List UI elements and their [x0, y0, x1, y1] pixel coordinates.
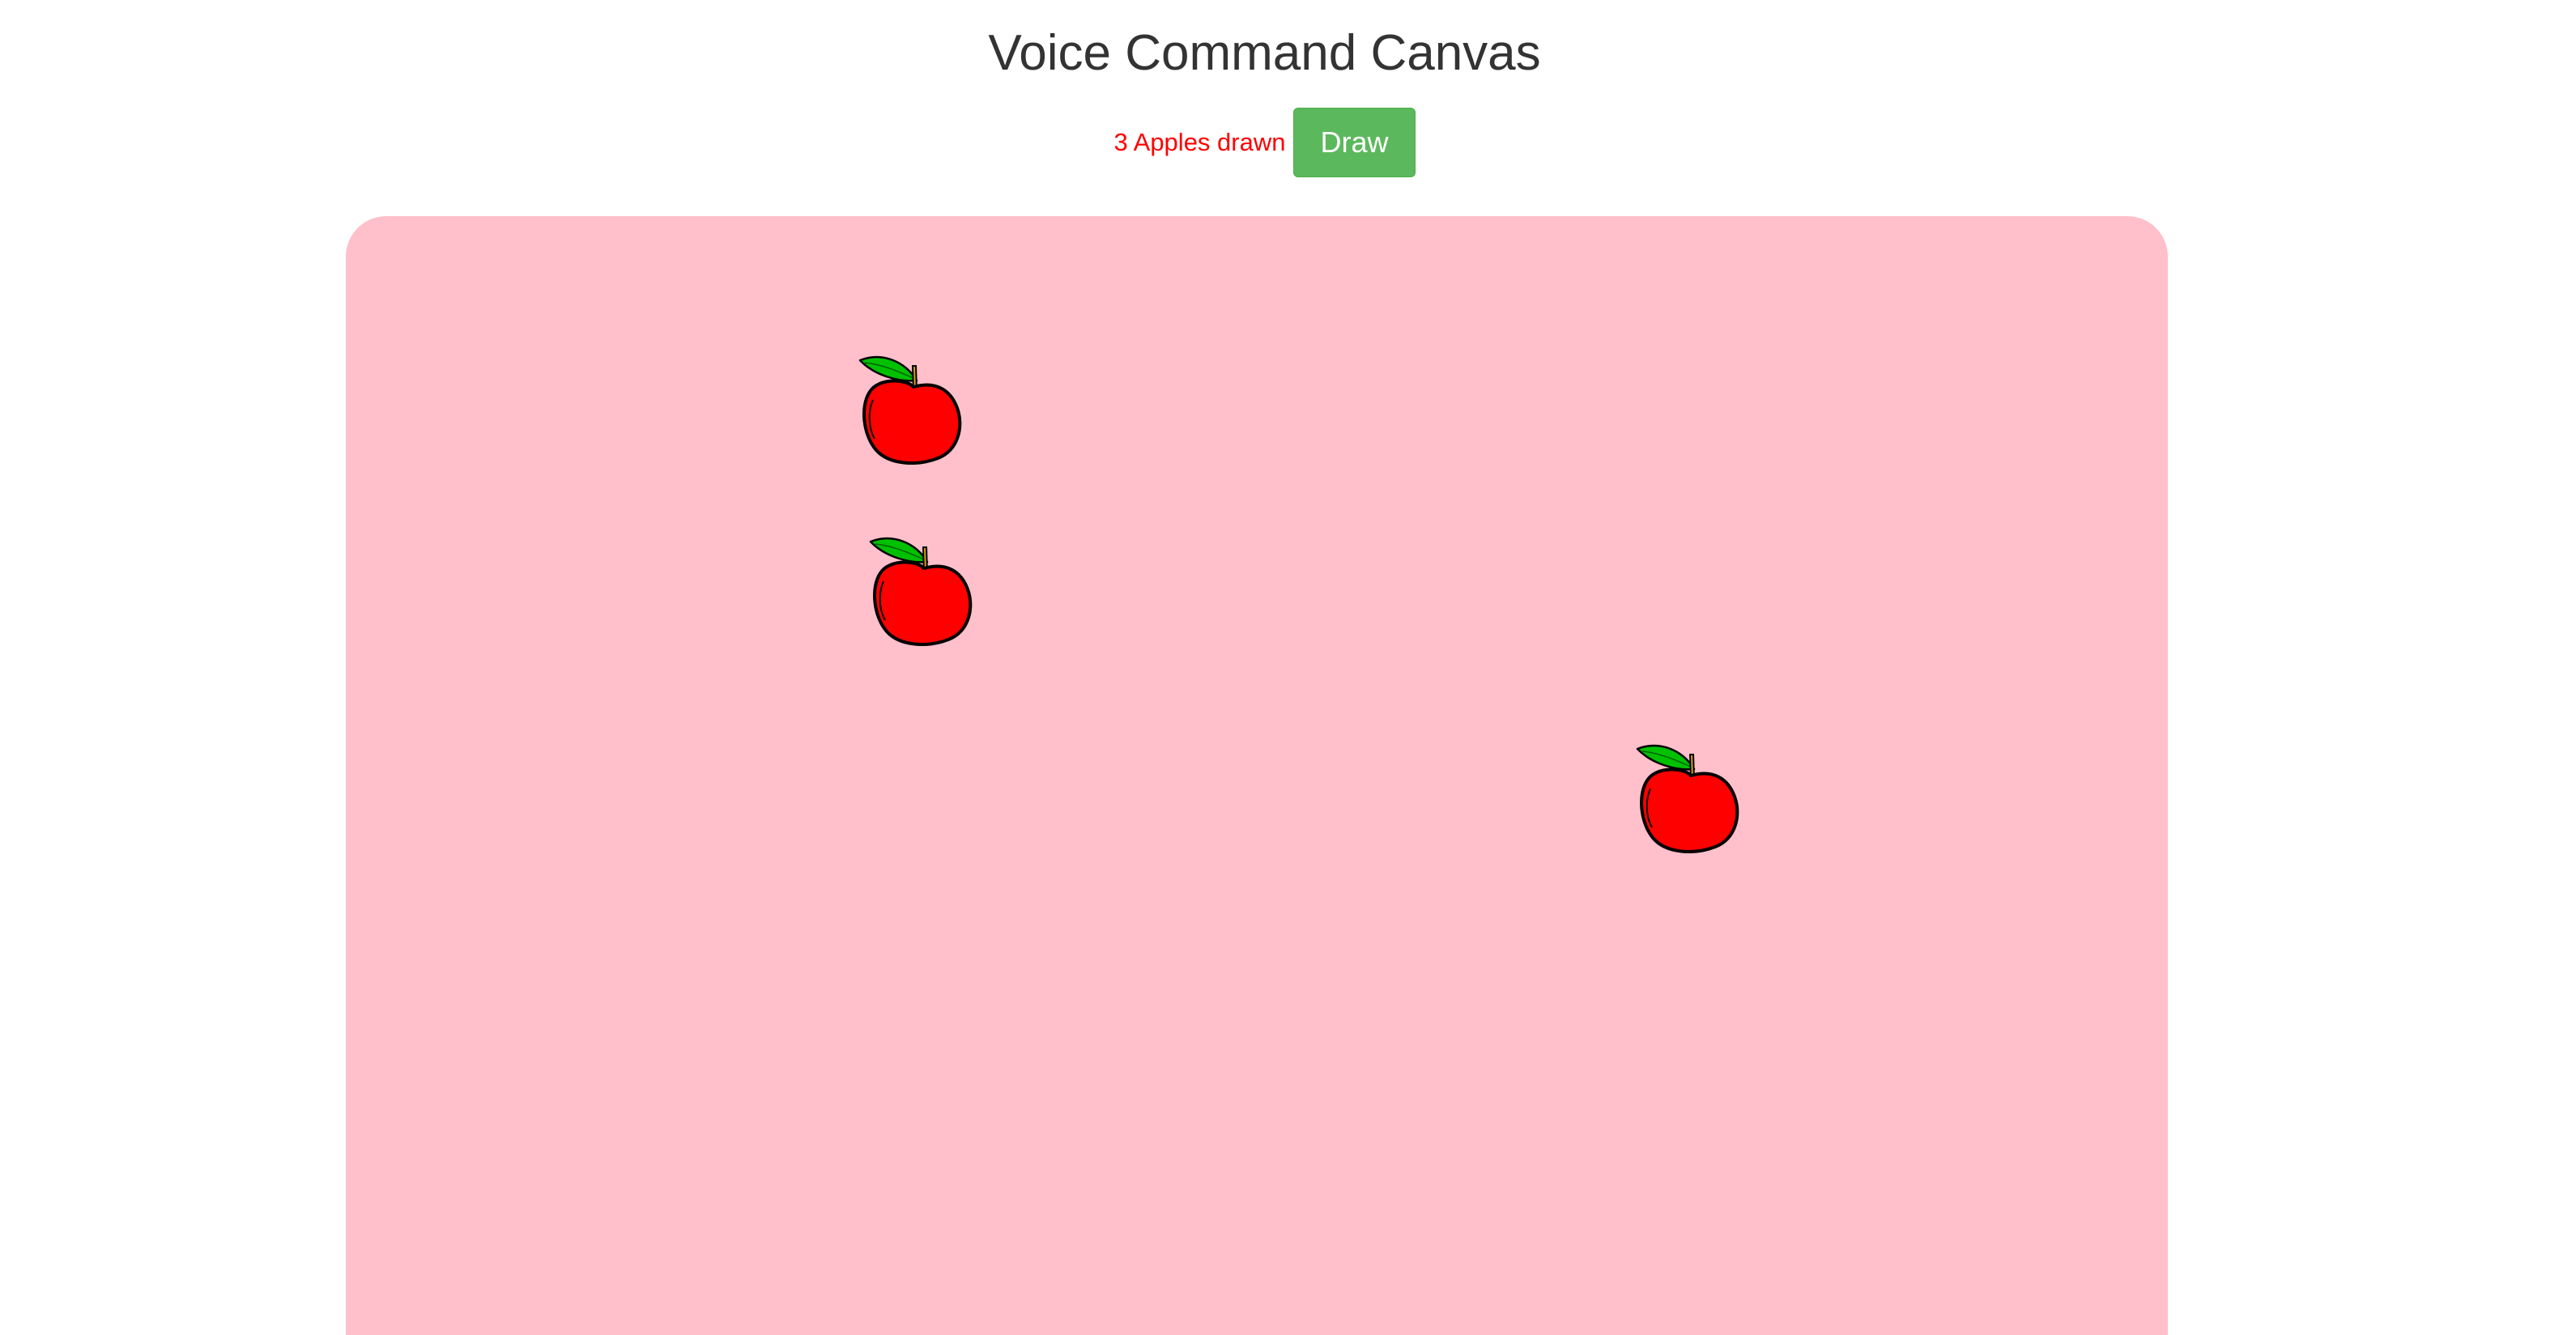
status-text: 3 Apples drawn [1113, 128, 1286, 156]
controls-bar: 3 Apples drawn Draw [0, 108, 2529, 177]
apple-icon [1636, 743, 1741, 853]
page-root: Voice Command Canvas 3 Apples drawn Draw [0, 0, 2576, 1335]
draw-button[interactable]: Draw [1293, 108, 1416, 177]
apple-icon [858, 355, 964, 465]
apple-icon [869, 536, 974, 646]
drawing-canvas[interactable] [346, 216, 2168, 1335]
page-title: Voice Command Canvas [988, 25, 1541, 81]
